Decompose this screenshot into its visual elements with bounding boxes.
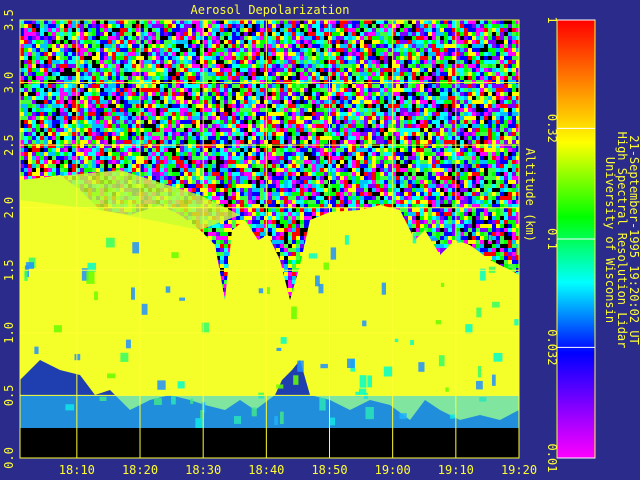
x-tick-label: 19:20	[501, 463, 537, 477]
y-axis-ticks: 0.0 0.5 1.0 1.5 2.0 2.5 3.0 3.5	[2, 9, 16, 469]
x-tick-label: 18:40	[248, 463, 284, 477]
colorbar-tick-label: 1	[545, 16, 559, 23]
colorbar-tick-label: 0.01	[545, 444, 559, 473]
y-tick-label: 3.5	[2, 9, 16, 31]
x-tick-label: 18:50	[311, 463, 347, 477]
annotation-block: University of Wisconsin High Spectral Re…	[603, 132, 640, 349]
x-tick-label: 19:10	[438, 463, 474, 477]
x-axis-ticks: 18:10 18:20 18:30 18:40 18:50 19:00 19:10 19:20	[59, 463, 537, 477]
plot-area	[20, 20, 519, 458]
annotation-line-1: University of Wisconsin	[603, 157, 617, 323]
x-tick-label: 19:00	[375, 463, 411, 477]
chart: Aerosol Depolarization 0.0 0.5 1.0 1.5 2.0 2.…	[2, 3, 640, 477]
x-tick-label: 18:20	[122, 463, 158, 477]
colorbar-tick-label: 0.32	[545, 114, 559, 143]
colorbar-tick-label: 0.1	[545, 228, 559, 250]
no-data-band	[20, 428, 519, 458]
chart-title: Aerosol Depolarization	[191, 3, 350, 17]
y-tick-label: 1.0	[2, 322, 16, 344]
x-tick-label: 18:30	[185, 463, 221, 477]
y-tick-label: 0.5	[2, 385, 16, 407]
annotation-line-3: 21-September-1995 19:20:02 UT	[627, 135, 640, 345]
y-tick-label: 2.0	[2, 197, 16, 219]
colorbar-tick-label: 0.032	[545, 329, 559, 365]
y-tick-label: 3.0	[2, 72, 16, 94]
y-tick-label: 0.0	[2, 447, 16, 469]
y-tick-label: 2.5	[2, 134, 16, 156]
annotation-line-2: High Spectral Resolution Lidar	[615, 132, 629, 349]
y-tick-label: 1.5	[2, 259, 16, 281]
x-tick-label: 18:10	[59, 463, 95, 477]
y-axis-label: Altitude (km)	[523, 148, 537, 242]
